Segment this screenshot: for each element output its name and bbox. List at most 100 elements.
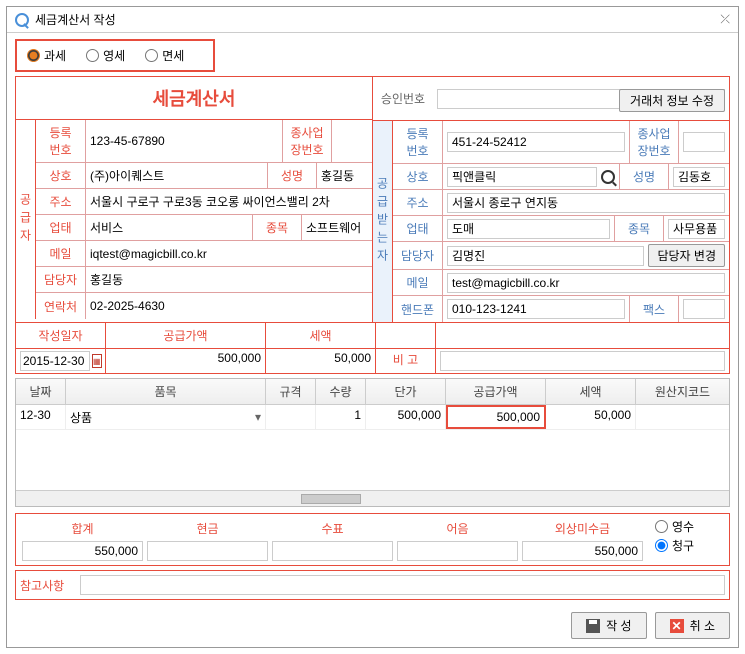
approval-label: 승인번호 — [373, 77, 433, 120]
radio-zero[interactable]: 영세 — [86, 47, 125, 64]
col-item: 품목 — [66, 379, 266, 404]
totals-check[interactable] — [272, 541, 393, 561]
col-origin: 원산지코드 — [636, 379, 729, 404]
col-price: 단가 — [366, 379, 446, 404]
cell-tax[interactable]: 50,000 — [546, 405, 636, 429]
receiver-sub[interactable] — [683, 132, 725, 152]
supplier-reg-label: 등록 번호 — [36, 120, 86, 162]
receiver-sub-label: 종사업 장번호 — [629, 121, 679, 163]
tax-type-radio-group: 과세 영세 면세 — [15, 39, 215, 72]
summary-header-row: 작성일자 공급가액 세액 — [16, 322, 729, 348]
line-item-grid: 날짜 품목 규격 수량 단가 공급가액 세액 원산지코드 12-30 상품▾ 1… — [15, 378, 730, 507]
app-icon — [15, 13, 29, 27]
supplier-biz-label: 업태 — [36, 215, 86, 240]
supplier-phone-label: 연락처 — [36, 293, 86, 319]
reference-row: 참고사항 — [15, 570, 730, 600]
calendar-icon[interactable]: ▦ — [92, 354, 102, 368]
grid-empty-area — [16, 430, 729, 490]
receiver-item[interactable] — [668, 219, 725, 239]
supplier-reg: 123-45-67890 — [86, 120, 282, 162]
receiver-addr-label: 주소 — [393, 190, 443, 215]
receiver-contact[interactable] — [447, 246, 644, 266]
scroll-thumb[interactable] — [301, 494, 361, 504]
receiver-company-label: 상호 — [393, 164, 443, 189]
supplier-item: 소프트웨어 — [302, 215, 372, 240]
col-qty: 수량 — [316, 379, 366, 404]
horizontal-scrollbar[interactable] — [16, 490, 729, 506]
summary-remark-input[interactable] — [440, 351, 725, 371]
receiver-vert-label: 공급받는자 — [373, 121, 393, 322]
summary-date-label: 작성일자 — [16, 323, 106, 348]
totals-cash[interactable] — [147, 541, 268, 561]
supplier-name: 홍길동 — [317, 163, 372, 188]
receiver-phone-label: 핸드폰 — [393, 296, 443, 322]
summary-date-input[interactable] — [20, 351, 90, 371]
supplier-sub-label: 종사업 장번호 — [282, 120, 332, 162]
save-icon — [586, 619, 600, 633]
receiver-fax-label: 팩스 — [629, 296, 679, 322]
receiver-reg[interactable] — [447, 132, 625, 152]
window-title: 세금계산서 작성 — [35, 11, 116, 28]
close-icon[interactable]: ⤫ — [720, 12, 730, 27]
summary-remark-label: 비 고 — [376, 349, 436, 373]
supplier-contact-label: 담당자 — [36, 267, 86, 292]
radio-taxable[interactable]: 과세 — [27, 47, 66, 64]
totals-cash-label: 현금 — [145, 518, 270, 539]
radio-exempt[interactable]: 면세 — [145, 47, 184, 64]
receiver-company[interactable] — [447, 167, 597, 187]
doc-title: 세금계산서 — [16, 77, 372, 120]
supplier-company: (주)아이퀘스트 — [86, 163, 267, 188]
totals-note[interactable] — [397, 541, 518, 561]
cell-item[interactable]: 상품▾ — [66, 405, 266, 429]
totals-total-label: 합계 — [20, 518, 145, 539]
supplier-sub — [332, 120, 372, 162]
totals-credit-label: 외상미수금 — [520, 518, 645, 539]
create-button[interactable]: 작 성 — [571, 612, 646, 639]
edit-vendor-button[interactable]: 거래처 정보 수정 — [619, 89, 725, 112]
supplier-email: iqtest@magicbill.co.kr — [86, 241, 372, 266]
grid-row: 12-30 상품▾ 1 500,000 500,000 50,000 — [16, 405, 729, 430]
cell-date[interactable]: 12-30 — [16, 405, 66, 429]
supplier-phone: 02-2025-4630 — [86, 293, 372, 319]
cell-supply[interactable]: 500,000 — [446, 405, 546, 429]
supplier-biz: 서비스 — [86, 215, 252, 240]
reference-label: 참고사항 — [20, 577, 80, 594]
cell-origin[interactable] — [636, 405, 729, 429]
totals-section: 합계 현금 수표 어음 외상미수금 영수 청구 — [15, 513, 730, 566]
supplier-addr: 서울시 구로구 구로3동 코오롱 싸이언스밸리 2차 — [86, 189, 372, 214]
receiver-email[interactable] — [447, 273, 725, 293]
totals-credit[interactable] — [522, 541, 643, 561]
cell-qty[interactable]: 1 — [316, 405, 366, 429]
receiver-phone[interactable] — [447, 299, 625, 319]
change-contact-button[interactable]: 담당자 변경 — [648, 244, 725, 267]
cancel-icon: ✕ — [670, 619, 684, 633]
cell-price[interactable]: 500,000 — [366, 405, 446, 429]
cell-spec[interactable] — [266, 405, 316, 429]
radio-bill[interactable]: 청구 — [655, 537, 725, 554]
receiver-addr[interactable] — [447, 193, 725, 213]
col-date: 날짜 — [16, 379, 66, 404]
totals-check-label: 수표 — [270, 518, 395, 539]
dropdown-icon[interactable]: ▾ — [255, 410, 261, 424]
reference-input[interactable] — [80, 575, 725, 595]
col-tax: 세액 — [546, 379, 636, 404]
receiver-reg-label: 등록 번호 — [393, 121, 443, 163]
grid-header-row: 날짜 품목 규격 수량 단가 공급가액 세액 원산지코드 — [16, 379, 729, 405]
receiver-email-label: 메일 — [393, 270, 443, 295]
supplier-vert-label: 공급자 — [16, 120, 36, 319]
radio-receipt[interactable]: 영수 — [655, 518, 725, 535]
receiver-biz-label: 업태 — [393, 216, 443, 241]
supplier-company-label: 상호 — [36, 163, 86, 188]
receiver-fax[interactable] — [683, 299, 725, 319]
titlebar: 세금계산서 작성 ⤫ — [7, 7, 738, 33]
receiver-biz[interactable] — [447, 219, 610, 239]
footer-buttons: 작 성 ✕취 소 — [7, 604, 738, 647]
totals-total[interactable] — [22, 541, 143, 561]
col-spec: 규격 — [266, 379, 316, 404]
col-supply: 공급가액 — [446, 379, 546, 404]
receiver-name[interactable] — [673, 167, 725, 187]
search-icon[interactable] — [601, 170, 615, 184]
cancel-button[interactable]: ✕취 소 — [655, 612, 730, 639]
summary-supply: 500,000 — [106, 349, 266, 373]
tax-invoice-window: 세금계산서 작성 ⤫ 과세 영세 면세 세금계산서 공급자 등록 번호 123-… — [6, 6, 739, 648]
